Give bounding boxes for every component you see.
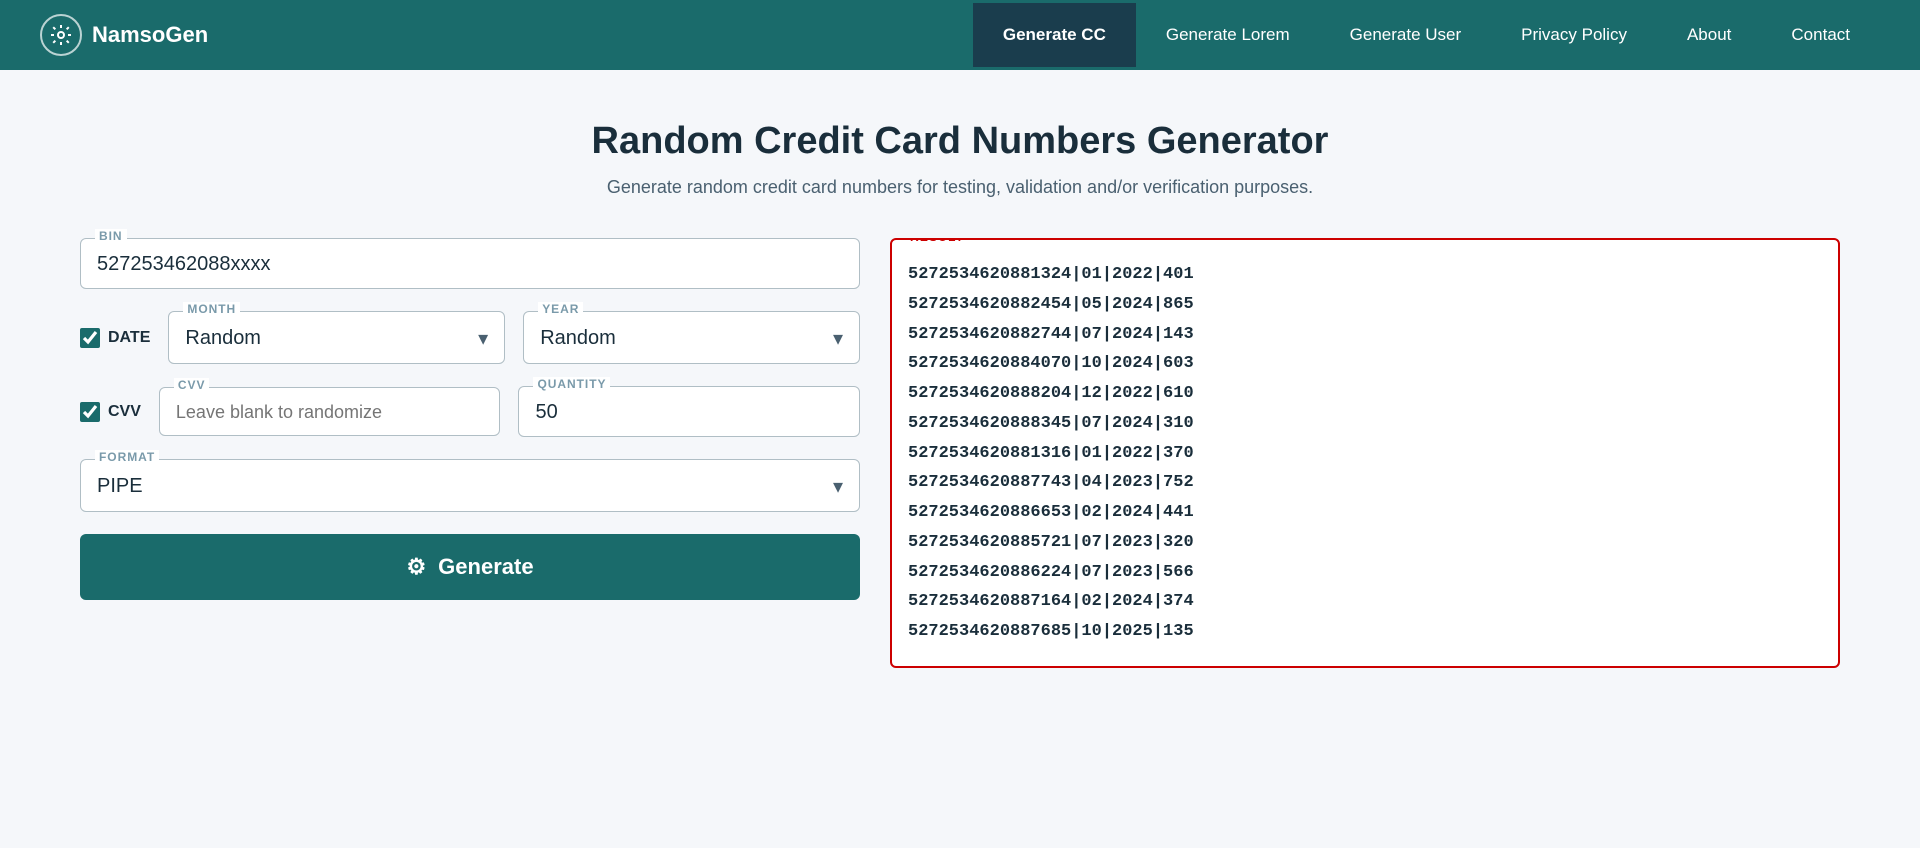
nav-generate-user[interactable]: Generate User <box>1320 3 1492 67</box>
month-select-group[interactable]: MONTH Random ▾ Random 010203 040506 0708… <box>168 311 505 364</box>
year-select-group[interactable]: YEAR Random ▾ Random 202220232024 202520… <box>523 311 860 364</box>
bin-input[interactable] <box>97 249 843 276</box>
form-section: BIN DATE MONTH Random ▾ Random <box>80 238 860 600</box>
nav-privacy-policy[interactable]: Privacy Policy <box>1491 3 1657 67</box>
cvv-checkbox-label[interactable]: CVV <box>80 402 141 422</box>
quantity-label: QUANTITY <box>533 377 610 391</box>
result-entry: 5272534620887164|02|2024|374 <box>908 587 1812 617</box>
date-checkbox[interactable] <box>80 328 100 348</box>
quantity-group: QUANTITY <box>518 386 860 437</box>
nav-generate-lorem[interactable]: Generate Lorem <box>1136 3 1320 67</box>
nav-about[interactable]: About <box>1657 3 1761 67</box>
nav-links: Generate CC Generate Lorem Generate User… <box>973 3 1880 67</box>
result-entry: 5272534620886224|07|2023|566 <box>908 558 1812 588</box>
page-title: Random Credit Card Numbers Generator <box>80 120 1840 163</box>
logo-text: NamsoGen <box>92 22 208 48</box>
generate-label: Generate <box>438 554 533 580</box>
quantity-input[interactable] <box>535 401 843 424</box>
result-entry: 5272534620882454|05|2024|865 <box>908 290 1812 320</box>
cvv-checkbox[interactable] <box>80 402 100 422</box>
cvv-input[interactable] <box>176 402 484 423</box>
nav-contact[interactable]: Contact <box>1761 3 1880 67</box>
date-label: DATE <box>108 329 150 347</box>
cvv-label-text: CVV <box>108 403 141 421</box>
result-section: RESULT 5272534620881324|01|2022|40152725… <box>890 238 1840 668</box>
result-entry: 5272534620887685|10|2025|135 <box>908 617 1812 647</box>
result-entry: 5272534620881316|01|2022|370 <box>908 439 1812 469</box>
result-entry: 5272534620886653|02|2024|441 <box>908 498 1812 528</box>
content-row: BIN DATE MONTH Random ▾ Random <box>80 238 1840 668</box>
result-entry: 5272534620887743|04|2023|752 <box>908 468 1812 498</box>
result-list[interactable]: 5272534620881324|01|2022|401527253462088… <box>908 260 1822 650</box>
generate-button[interactable]: ⚙ Generate <box>80 534 860 600</box>
logo[interactable]: NamsoGen <box>40 14 208 56</box>
generate-gear-icon: ⚙ <box>406 554 426 580</box>
cvv-field-label: CVV <box>174 378 210 392</box>
cvv-input-group: CVV <box>159 387 501 436</box>
main-content: Random Credit Card Numbers Generator Gen… <box>0 70 1920 708</box>
bin-label: BIN <box>95 229 127 243</box>
result-label: RESULT <box>906 238 968 244</box>
bin-field-group: BIN <box>80 238 860 289</box>
result-entry: 5272534620888345|07|2024|310 <box>908 409 1812 439</box>
format-group[interactable]: FORMAT PIPE ▾ PIPE CSV JSON NONE <box>80 459 860 512</box>
date-checkbox-label[interactable]: DATE <box>80 328 150 348</box>
result-entry: 5272534620884070|10|2024|603 <box>908 349 1812 379</box>
nav-generate-cc[interactable]: Generate CC <box>973 3 1136 67</box>
result-entry: 5272534620881324|01|2022|401 <box>908 260 1812 290</box>
result-entry: 5272534620882744|07|2024|143 <box>908 320 1812 350</box>
logo-icon <box>40 14 82 56</box>
date-row: DATE MONTH Random ▾ Random 010203 040506… <box>80 311 860 364</box>
navbar: NamsoGen Generate CC Generate Lorem Gene… <box>0 0 1920 70</box>
result-entry: 5272534620885721|07|2023|320 <box>908 528 1812 558</box>
cvv-row: CVV CVV QUANTITY <box>80 386 860 437</box>
page-subtitle: Generate random credit card numbers for … <box>80 177 1840 198</box>
result-entry: 5272534620888204|12|2022|610 <box>908 379 1812 409</box>
